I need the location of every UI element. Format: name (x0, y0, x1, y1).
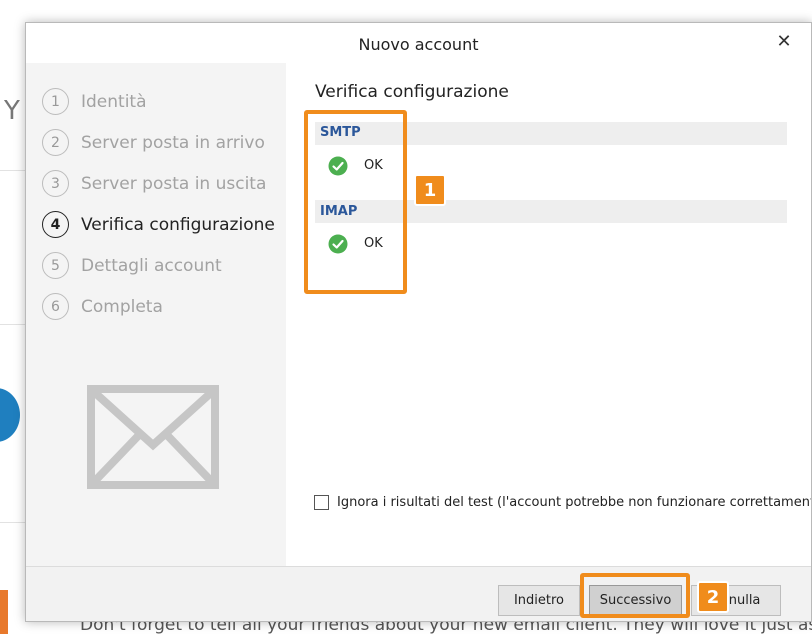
step-number: 1 (42, 88, 69, 115)
new-account-dialog: Nuovo account ✕ 1 Identità 2 Server post… (25, 22, 812, 622)
dialog-footer: Indietro Successivo Annulla (26, 566, 811, 621)
wizard-steps-list: 1 Identità 2 Server posta in arrivo 3 Se… (42, 81, 275, 327)
back-button[interactable]: Indietro (498, 585, 580, 616)
ignore-test-results-label[interactable]: Ignora i risultati del test (l'account p… (337, 495, 811, 510)
step-completa: 6 Completa (42, 286, 275, 327)
ignore-test-results-checkbox[interactable] (314, 495, 329, 510)
highlight-test-results (304, 110, 407, 294)
background-partial-letter: Y (4, 96, 20, 126)
background-accent (0, 590, 8, 634)
step-server-posta-in-arrivo: 2 Server posta in arrivo (42, 122, 275, 163)
step-label: Server posta in uscita (81, 173, 267, 194)
background-logo (0, 388, 20, 442)
step-verifica-configurazione: 4 Verifica configurazione (42, 204, 275, 245)
dialog-title: Nuovo account (358, 35, 479, 54)
step-label: Dettagli account (81, 255, 222, 276)
step-dettagli-account: 5 Dettagli account (42, 245, 275, 286)
step-label: Identità (81, 91, 147, 112)
step-label: Server posta in arrivo (81, 132, 265, 153)
annotation-badge-2: 2 (697, 581, 729, 613)
step-label: Completa (81, 296, 163, 317)
annotation-badge-1: 1 (414, 174, 446, 206)
step-number: 4 (42, 211, 69, 238)
mail-envelope-icon (87, 385, 219, 489)
section-title: Verifica configurazione (315, 82, 509, 102)
highlight-next-button (580, 573, 690, 618)
wizard-steps-panel: 1 Identità 2 Server posta in arrivo 3 Se… (26, 63, 286, 566)
step-number: 6 (42, 293, 69, 320)
step-number: 5 (42, 252, 69, 279)
step-identita: 1 Identità (42, 81, 275, 122)
ignore-test-results-row[interactable]: Ignora i risultati del test (l'account p… (314, 495, 811, 510)
close-button[interactable]: ✕ (773, 31, 795, 53)
step-server-posta-in-uscita: 3 Server posta in uscita (42, 163, 275, 204)
step-number: 3 (42, 170, 69, 197)
step-number: 2 (42, 129, 69, 156)
step-label: Verifica configurazione (81, 214, 275, 235)
